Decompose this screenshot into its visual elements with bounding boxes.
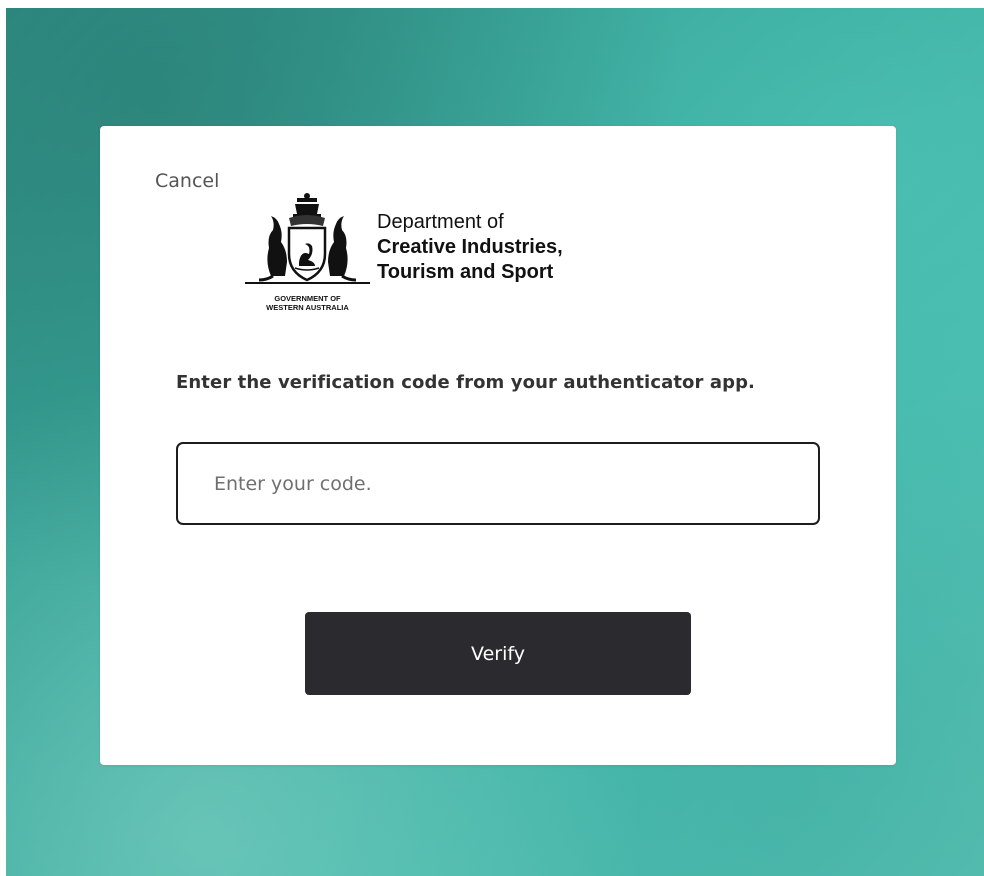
verification-card: Cancel GOVERNMENT OF WESTERN AUSTRALIA D…: [100, 126, 896, 765]
dept-line-1: Department of: [377, 211, 504, 233]
verification-code-input[interactable]: [176, 442, 820, 525]
department-name: Department of Creative Industries, Touri…: [377, 210, 563, 285]
cancel-link[interactable]: Cancel: [155, 170, 219, 192]
dept-line-3: Tourism and Sport: [377, 261, 554, 283]
department-logo: GOVERNMENT OF WESTERN AUSTRALIA Departme…: [245, 192, 605, 316]
government-label: GOVERNMENT OF WESTERN AUSTRALIA: [245, 294, 370, 312]
instruction-text: Enter the verification code from your au…: [176, 372, 755, 393]
dept-line-2: Creative Industries,: [377, 236, 563, 258]
gov-line-1: GOVERNMENT OF: [274, 294, 341, 303]
logo-divider: [245, 282, 370, 284]
gov-line-2: WESTERN AUSTRALIA: [266, 303, 349, 312]
verify-button[interactable]: Verify: [305, 612, 691, 695]
